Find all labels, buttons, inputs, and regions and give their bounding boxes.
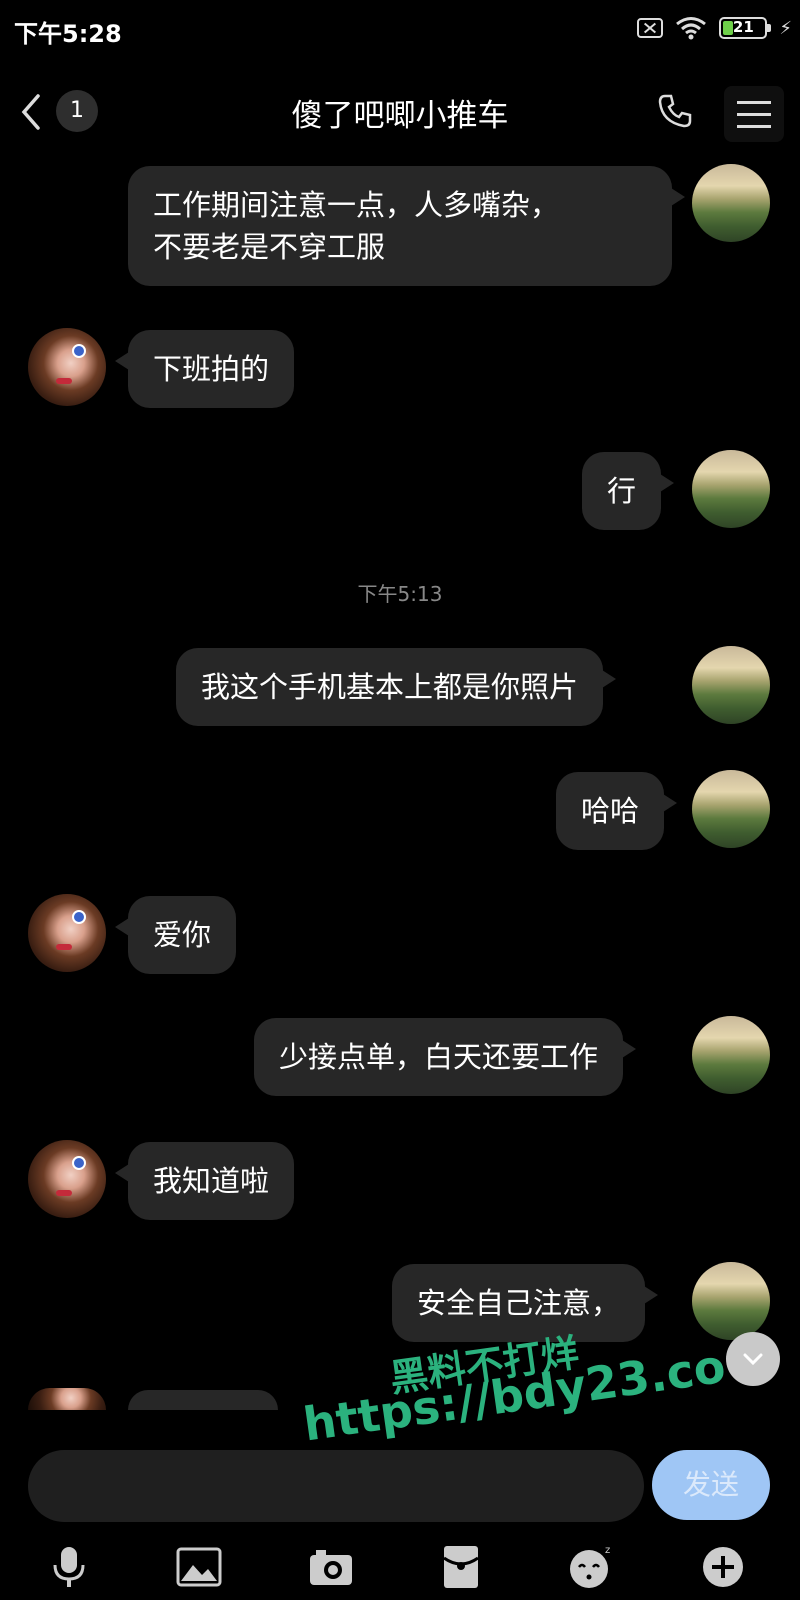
message-timestamp: 下午5:13: [357, 582, 443, 606]
self-avatar[interactable]: [692, 164, 770, 242]
message-text: 工作期间注意一点，人多嘴杂，: [153, 188, 560, 222]
avatar-eye: [72, 1156, 86, 1170]
message-bubble-incoming[interactable]: 我知道啦: [114, 1142, 295, 1220]
wifi-icon: [676, 17, 707, 40]
scroll-to-bottom-button[interactable]: [726, 1332, 780, 1386]
message-text: 我这个手机基本上都是你照片: [201, 670, 579, 704]
message-bubble-incoming[interactable]: 爱你: [114, 896, 237, 974]
status-icons: 21 ⚡: [637, 16, 792, 40]
plus-icon[interactable]: [698, 1542, 748, 1592]
contact-avatar[interactable]: [28, 1140, 106, 1218]
chat-header: 1 傻了吧唧小推车: [0, 72, 800, 152]
self-avatar[interactable]: [692, 1016, 770, 1094]
charging-bolt-icon: ⚡: [779, 17, 792, 39]
message-text: 爱你: [153, 918, 212, 952]
menu-icon-bar: [737, 124, 771, 128]
self-avatar[interactable]: [692, 450, 770, 528]
status-bar: 下午5:28 21 ⚡: [0, 0, 800, 62]
avatar-lips: [56, 1190, 72, 1196]
svg-text:z: z: [605, 1545, 610, 1556]
menu-icon-bar: [737, 112, 771, 116]
avatar-eye: [72, 910, 86, 924]
message-text: 下班拍的: [153, 352, 270, 386]
message-text: 安全自己注意，: [417, 1286, 621, 1320]
input-toolbar: z: [0, 1534, 800, 1600]
red-packet-icon[interactable]: [436, 1542, 486, 1592]
status-time: 下午5:28: [14, 20, 122, 48]
battery-icon: 21: [719, 17, 772, 39]
menu-icon-bar: [737, 100, 771, 104]
message-text: 行: [607, 474, 637, 508]
emoji-icon[interactable]: z: [566, 1542, 616, 1592]
avatar-eye: [72, 344, 86, 358]
avatar-lips: [56, 378, 72, 384]
avatar-lips: [56, 944, 72, 950]
menu-button[interactable]: [724, 86, 784, 142]
message-bubble-incoming-partial[interactable]: [128, 1390, 278, 1410]
message-bubble-incoming[interactable]: 下班拍的: [114, 330, 295, 408]
send-button[interactable]: 发送: [652, 1450, 770, 1520]
sim-off-icon: [637, 18, 664, 38]
image-icon[interactable]: [174, 1542, 224, 1592]
camera-icon[interactable]: [306, 1542, 356, 1592]
message-bubble-outgoing[interactable]: 哈哈: [556, 772, 678, 850]
message-bubble-outgoing[interactable]: 工作期间注意一点，人多嘴杂， 不要老是不穿工服: [128, 166, 685, 286]
message-bubble-outgoing[interactable]: 我这个手机基本上都是你照片: [176, 648, 617, 726]
contact-avatar[interactable]: [28, 1388, 106, 1410]
self-avatar[interactable]: [692, 646, 770, 724]
message-bubble-outgoing[interactable]: 行: [582, 452, 675, 530]
message-bubble-outgoing[interactable]: 少接点单，白天还要工作: [254, 1018, 637, 1096]
message-text: 我知道啦: [153, 1164, 270, 1198]
message-text: 不要老是不穿工服: [153, 230, 386, 264]
phone-icon[interactable]: [656, 92, 694, 130]
battery-percent: 21: [732, 18, 754, 36]
message-input[interactable]: [28, 1450, 644, 1522]
composer: 发送 z: [0, 1410, 800, 1600]
contact-avatar[interactable]: [28, 894, 106, 972]
self-avatar[interactable]: [692, 1262, 770, 1340]
self-avatar[interactable]: [692, 770, 770, 848]
message-text: 少接点单，白天还要工作: [279, 1040, 599, 1074]
contact-avatar[interactable]: [28, 328, 106, 406]
message-text: 哈哈: [581, 794, 640, 828]
microphone-icon[interactable]: [44, 1542, 94, 1592]
chevron-down-icon: [743, 1353, 763, 1366]
